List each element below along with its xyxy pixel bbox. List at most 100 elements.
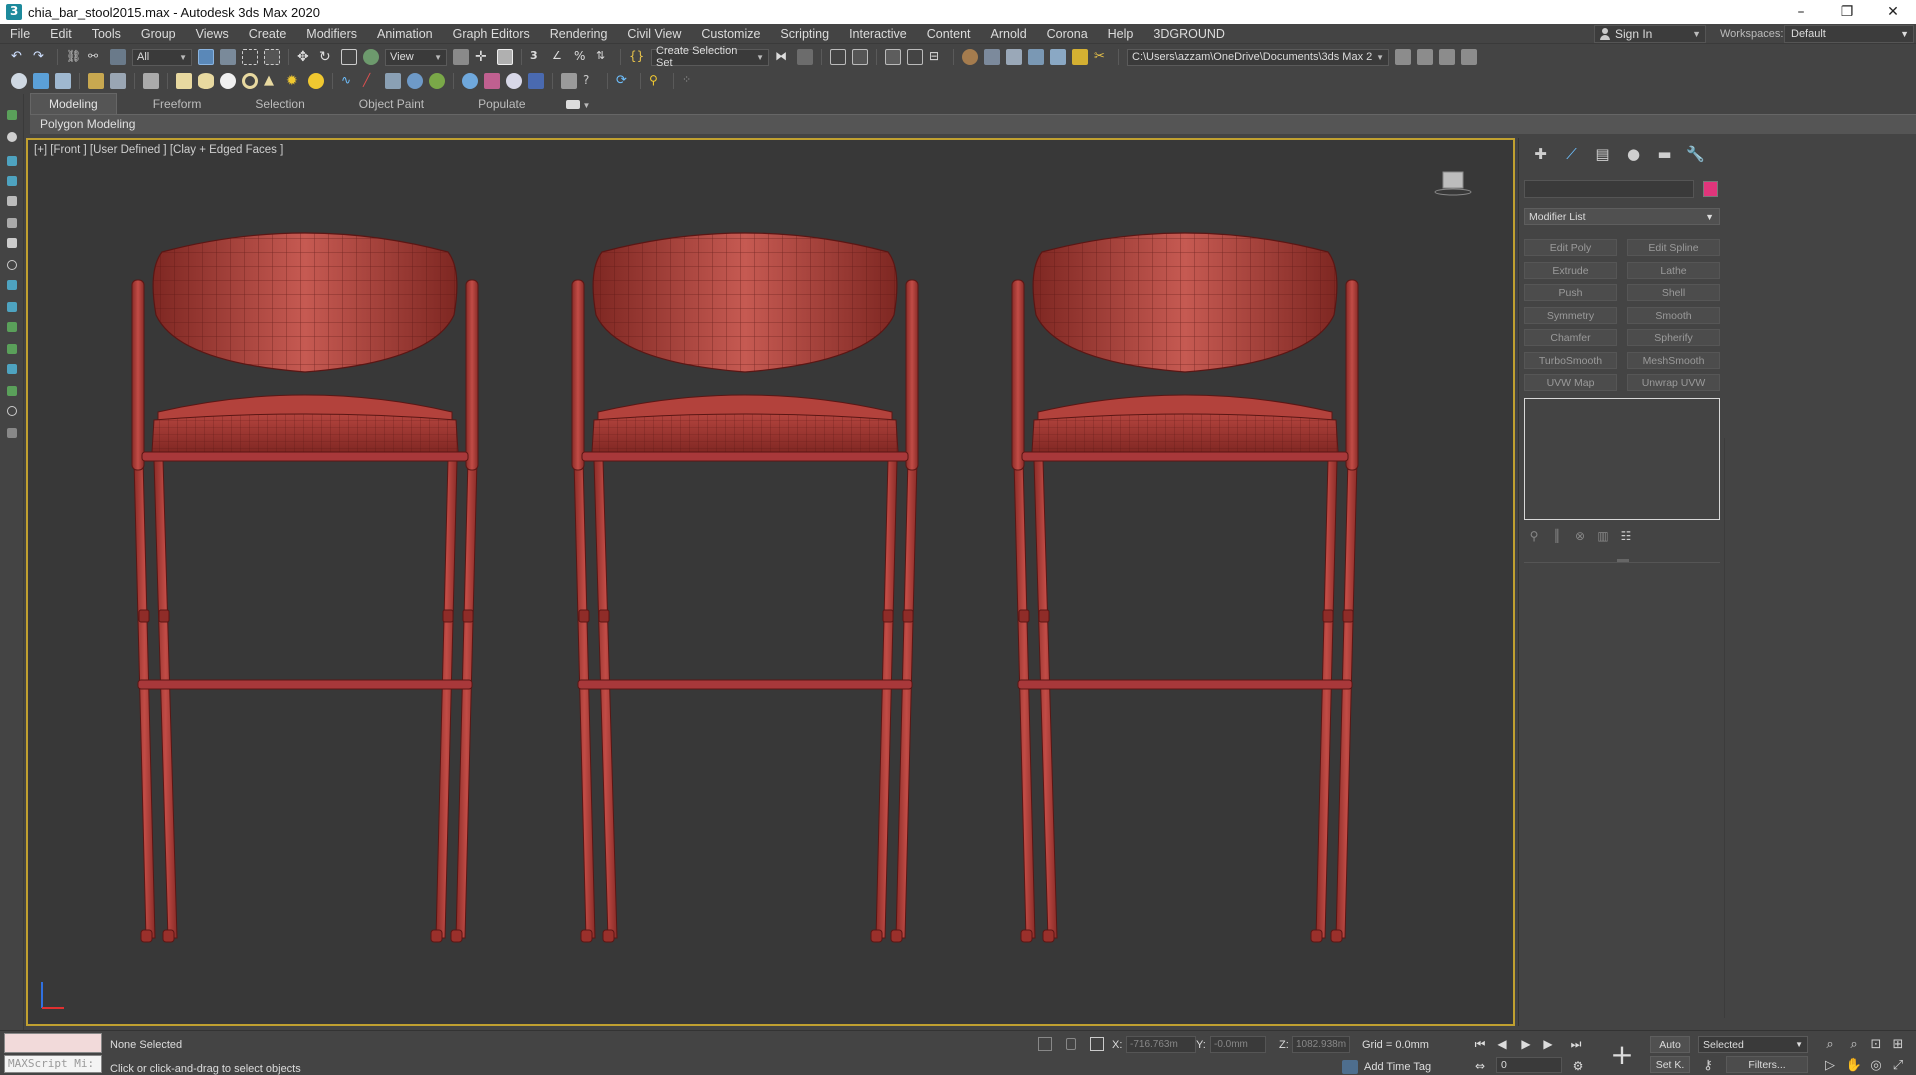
display-icon[interactable] [7, 218, 17, 228]
utilities-icon[interactable] [7, 238, 17, 248]
menu-file[interactable]: File [0, 27, 40, 41]
align-icon[interactable] [797, 49, 813, 65]
show-end-result-icon[interactable]: ║ [1550, 529, 1564, 543]
meshsmooth-button[interactable]: MeshSmooth [1627, 352, 1720, 369]
zoom-extents-all-icon[interactable]: ⊞ [1890, 1036, 1906, 1052]
menu-group[interactable]: Group [131, 27, 186, 41]
close-button[interactable]: ✕ [1870, 0, 1916, 24]
uvw-map-button[interactable]: UVW Map [1524, 374, 1617, 391]
hierarchy-icon[interactable] [7, 176, 17, 186]
menu-content[interactable]: Content [917, 27, 981, 41]
shell-button[interactable]: Shell [1627, 284, 1720, 301]
rotate-icon[interactable]: ↻ [319, 49, 335, 65]
rotate-view-icon[interactable] [7, 260, 17, 270]
line-tool-icon[interactable]: ╱ [363, 73, 379, 89]
tab-object-paint[interactable]: Object Paint [341, 94, 442, 114]
zoom-extents-icon[interactable]: ⊡ [1868, 1036, 1884, 1052]
graphite-icon[interactable] [11, 73, 27, 89]
tab-selection[interactable]: Selection [237, 94, 322, 114]
unlink-icon[interactable]: ⚯ [88, 49, 104, 65]
set-key-button[interactable]: Set K. [1650, 1056, 1690, 1073]
undo-icon[interactable]: ↶ [11, 49, 27, 65]
minimize-button[interactable]: – [1778, 0, 1824, 24]
chamfer-button[interactable]: Chamfer [1524, 329, 1617, 346]
reference-coordinate-dropdown[interactable]: View ▼ [385, 48, 447, 66]
set-key-icon[interactable]: + [1607, 1038, 1637, 1071]
bar-stool[interactable] [131, 232, 479, 943]
maximize-viewport-icon[interactable]: ⤢ [1890, 1057, 1906, 1073]
z-coord-field[interactable]: 1082.938m [1292, 1036, 1350, 1053]
object-name-field[interactable] [1524, 180, 1694, 198]
chevron-down-icon[interactable]: ▼ [583, 101, 591, 110]
cylinder-primitive-icon[interactable] [198, 73, 214, 89]
spherify-button[interactable]: Spherify [1627, 329, 1720, 346]
selection-lock-icon[interactable] [1066, 1038, 1076, 1050]
project-save-icon[interactable] [1417, 49, 1433, 65]
menu-interactive[interactable]: Interactive [839, 27, 917, 41]
layer-manager-icon[interactable] [110, 73, 126, 89]
viewport-label[interactable]: [+] [Front ] [User Defined ] [Clay + Edg… [34, 144, 283, 156]
render-production-icon[interactable] [1028, 49, 1044, 65]
rendered-frame-window-icon[interactable] [1006, 49, 1022, 65]
chamfer-tool-icon[interactable] [143, 73, 159, 89]
project-settings-icon[interactable] [1461, 49, 1477, 65]
isolate-selection-icon[interactable] [1038, 1037, 1052, 1051]
help-icon[interactable]: ? [583, 73, 599, 89]
save-file-icon[interactable] [55, 73, 71, 89]
create-shape-icon[interactable] [7, 132, 17, 142]
edit-poly-button[interactable]: Edit Poly [1524, 239, 1617, 256]
tab-modeling[interactable]: Modeling [30, 93, 117, 114]
curve-editor-icon[interactable] [907, 49, 923, 65]
modifier-stack[interactable] [1524, 398, 1720, 520]
paint-icon[interactable] [7, 280, 17, 290]
push-button[interactable]: Push [1524, 284, 1617, 301]
go-to-start-icon[interactable]: ⏮ [1472, 1037, 1488, 1051]
workspaces-select[interactable]: Default ▼ [1784, 25, 1914, 43]
modify-tab-icon[interactable]: ⟋ [1556, 144, 1587, 164]
unwrap-uvw-button[interactable]: Unwrap UVW [1627, 374, 1720, 391]
menu-corona[interactable]: Corona [1037, 27, 1098, 41]
go-to-end-icon[interactable]: ⏭ [1568, 1037, 1584, 1051]
render-iterative-icon[interactable] [1050, 49, 1066, 65]
extrude-button[interactable]: Extrude [1524, 262, 1617, 279]
sphere-primitive-icon[interactable] [220, 73, 236, 89]
turbosmooth-button[interactable]: TurboSmooth [1524, 352, 1617, 369]
corona-material-icon[interactable] [484, 73, 500, 89]
key-selection-set-dropdown[interactable]: Selected ▼ [1698, 1036, 1808, 1053]
motion-tab-icon[interactable]: ● [1618, 144, 1649, 164]
3dground-tool-icon[interactable]: ✂ [1094, 49, 1110, 65]
percent-snap-icon[interactable]: % [574, 49, 590, 65]
pan-view-icon[interactable]: ✋ [1846, 1057, 1862, 1073]
tab-populate[interactable]: Populate [460, 94, 543, 114]
menu-graph-editors[interactable]: Graph Editors [443, 27, 540, 41]
modifier-list-dropdown[interactable]: Modifier List ▼ [1524, 208, 1720, 225]
more-icon[interactable] [7, 428, 17, 438]
render-setup-icon[interactable] [984, 49, 1000, 65]
wave-icon[interactable] [7, 364, 17, 374]
scene-explorer-icon[interactable] [830, 49, 846, 65]
absolute-mode-icon[interactable] [1090, 1037, 1104, 1051]
project-folder-icon[interactable] [1439, 49, 1455, 65]
corona-icon[interactable] [462, 73, 478, 89]
corona-camera-icon[interactable] [528, 73, 544, 89]
extras-icon[interactable]: ⁘ [682, 73, 698, 89]
current-frame-field[interactable]: 0 [1496, 1057, 1562, 1073]
maxscript-mini-listener[interactable]: MAXScript Mi: [4, 1055, 102, 1073]
select-by-name-icon[interactable] [220, 49, 236, 65]
smooth-button[interactable]: Smooth [1627, 307, 1720, 324]
edit-spline-button[interactable]: Edit Spline [1627, 239, 1720, 256]
menu-customize[interactable]: Customize [691, 27, 770, 41]
viewcube-icon[interactable] [1433, 168, 1473, 198]
configure-modifier-sets-icon[interactable]: ☷ [1619, 529, 1633, 543]
torus-primitive-icon[interactable] [242, 73, 258, 89]
redo-icon[interactable]: ↷ [33, 49, 49, 65]
spline-icon[interactable]: ∿ [341, 73, 357, 89]
named-selection-set-dropdown[interactable]: Create Selection Set ▼ [651, 45, 769, 69]
compound-icon[interactable] [385, 73, 401, 89]
play-icon[interactable]: ▶ [1518, 1037, 1534, 1051]
y-coord-field[interactable]: -0.0mm [1210, 1036, 1266, 1053]
link-view-icon[interactable] [7, 386, 17, 396]
open-file-icon[interactable] [33, 73, 49, 89]
sign-in-dropdown[interactable]: Sign In ▼ [1594, 25, 1706, 43]
path-icon[interactable] [7, 344, 17, 354]
